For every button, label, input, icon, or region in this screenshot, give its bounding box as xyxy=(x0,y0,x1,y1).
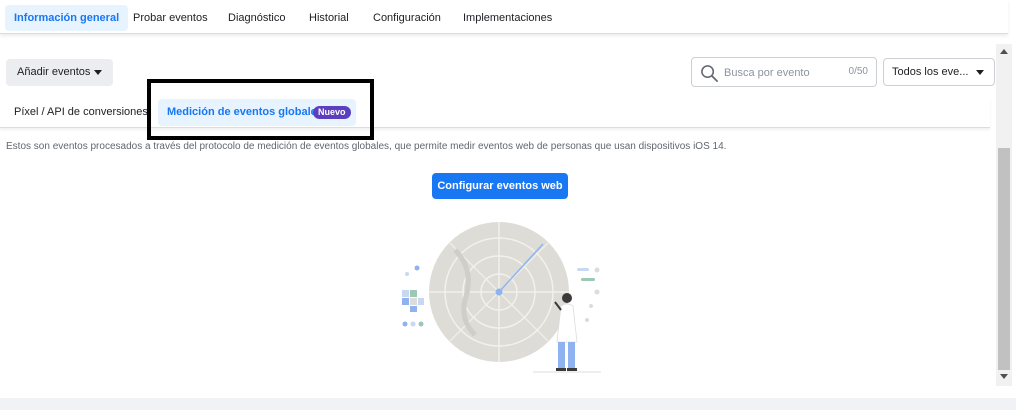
radar-illustration xyxy=(402,222,601,373)
tab-implementaciones[interactable]: Implementaciones xyxy=(454,5,561,31)
tab-informacion-general[interactable]: Información general xyxy=(5,5,129,31)
tab-historial[interactable]: Historial xyxy=(300,5,358,31)
add-events-button[interactable]: Añadir eventos xyxy=(6,59,113,86)
add-events-label: Añadir eventos xyxy=(17,66,91,78)
tab-diagnostico[interactable]: Diagnóstico xyxy=(219,5,294,31)
description-text: Estos son eventos procesados a través de… xyxy=(6,141,727,152)
vertical-scrollbar[interactable] xyxy=(996,44,1012,386)
caret-down-icon xyxy=(94,70,102,75)
search-count: 0/50 xyxy=(848,66,868,77)
event-filter-select[interactable]: Todos los eve... xyxy=(883,58,995,86)
scrollbar-thumb[interactable] xyxy=(998,148,1010,370)
caret-down-icon xyxy=(976,70,984,75)
app-root: Información general Probar eventos Diagn… xyxy=(0,0,1016,410)
scroll-up-icon[interactable] xyxy=(1000,49,1008,54)
tab-probar-eventos[interactable]: Probar eventos xyxy=(124,5,217,31)
subtab-pixel-api[interactable]: Píxel / API de conversiones xyxy=(14,106,148,118)
scroll-down-icon[interactable] xyxy=(1000,374,1008,379)
configure-web-events-button[interactable]: Configurar eventos web xyxy=(432,173,568,199)
footer-band xyxy=(0,398,1016,410)
filter-selected-value: Todos los eve... xyxy=(892,66,969,78)
search-icon xyxy=(701,65,718,82)
event-search-box[interactable]: 0/50 xyxy=(691,57,877,87)
top-navigation: Información general Probar eventos Diagn… xyxy=(0,0,1008,34)
highlight-box xyxy=(147,79,374,140)
search-input[interactable] xyxy=(724,64,834,81)
tab-configuracion[interactable]: Configuración xyxy=(364,5,450,31)
